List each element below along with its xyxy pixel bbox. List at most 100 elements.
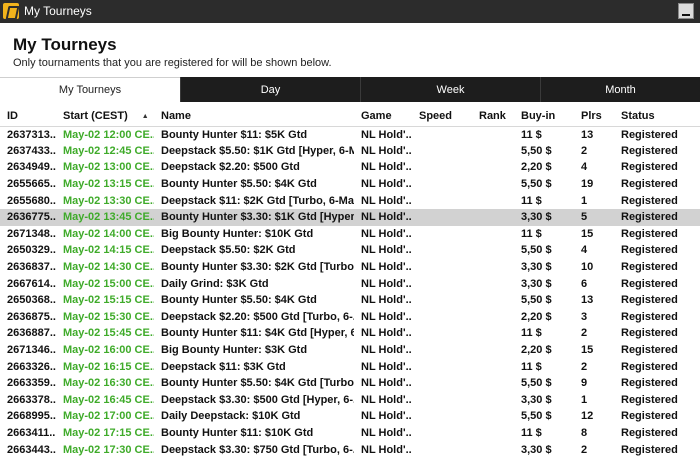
cell-rank <box>472 392 514 409</box>
tourneys-table-container: ID Start (CEST) ▲ Name Game Speed Rank Bu… <box>0 106 700 465</box>
cell-rank <box>472 425 514 442</box>
cell-plrs: 4 <box>581 161 588 174</box>
cell-game: NL Hold'... <box>361 244 412 257</box>
cell-game: NL Hold'... <box>361 128 412 141</box>
cell-plrs: 13 <box>581 294 594 307</box>
cell-plrs: 1 <box>581 393 588 406</box>
column-header-buyin[interactable]: Buy-in <box>514 106 574 127</box>
column-header-start[interactable]: Start (CEST) ▲ <box>56 106 154 127</box>
cell-game: NL Hold'... <box>354 208 412 226</box>
cell-id: 2663443.. <box>7 443 56 456</box>
cell-name: Big Bounty Hunter: $10K Gtd <box>161 227 314 240</box>
cell-game: NL Hold'... <box>361 144 412 157</box>
tab-week[interactable]: Week <box>360 77 540 102</box>
minimize-icon[interactable] <box>678 3 694 19</box>
table-row[interactable]: 2636775.. May-02 13:45 CE.. Bounty Hunter … <box>0 208 700 226</box>
cell-speed <box>412 275 472 292</box>
cell-rank <box>472 159 514 176</box>
table-row[interactable]: 2667614.. May-02 15:00 CE.. Daily Grind: $… <box>0 275 700 292</box>
cell-plrs: 19 <box>581 178 594 191</box>
cell-id: 2637433.. <box>7 144 56 157</box>
tab-month[interactable]: Month <box>540 77 700 102</box>
cell-status: Registered <box>621 410 678 423</box>
cell-id: 2663378.. <box>7 393 56 406</box>
table-row[interactable]: 2636875.. May-02 15:30 CE.. Deepstack $2.2… <box>0 309 700 326</box>
cell-speed <box>412 342 472 359</box>
table-row[interactable]: 2663443.. May-02 17:30 CE.. Deepstack $3.3… <box>0 441 700 458</box>
cell-game: NL Hold'... <box>361 178 412 191</box>
page-title: My Tourneys <box>13 35 117 54</box>
tab-day[interactable]: Day <box>180 77 360 102</box>
cell-game: NL Hold'... <box>361 443 412 456</box>
cell-status: Registered <box>621 443 678 456</box>
table-row[interactable]: 2655665.. May-02 13:15 CE.. Bounty Hunter … <box>0 176 700 193</box>
table-row[interactable]: 2634949.. May-02 13:00 CE.. Deepstack $2.2… <box>0 159 700 176</box>
table-row[interactable]: 2637433.. May-02 12:45 CE.. Deepstack $5.5… <box>0 143 700 160</box>
column-header-rank[interactable]: Rank <box>472 106 514 127</box>
cell-game: NL Hold'... <box>361 227 412 240</box>
cell-name: Deepstack $3.30: $750 Gtd [Turbo, 6-.. <box>161 443 354 456</box>
table-row[interactable]: 2650368.. May-02 15:15 CE.. Bounty Hunter … <box>0 292 700 309</box>
cell-start: May-02 14:00 CE.. <box>63 227 154 240</box>
cell-status: Registered <box>621 194 678 207</box>
cell-status: Registered <box>621 261 678 274</box>
cell-status: Registered <box>621 144 678 157</box>
table-row[interactable]: 2655680.. May-02 13:30 CE.. Deepstack $11:… <box>0 192 700 209</box>
cell-rank <box>472 208 514 226</box>
cell-speed <box>412 226 472 243</box>
cell-game: NL Hold'... <box>361 426 412 439</box>
column-header-name[interactable]: Name <box>154 106 354 127</box>
cell-name: Daily Grind: $3K Gtd <box>161 277 269 290</box>
cell-start: May-02 15:00 CE.. <box>63 277 154 290</box>
cell-id: 2663326.. <box>7 360 56 373</box>
cell-status: Registered <box>621 277 678 290</box>
column-header-plrs[interactable]: Plrs <box>574 106 614 127</box>
cell-rank <box>472 275 514 292</box>
cell-rank <box>472 441 514 458</box>
table-row[interactable]: 2650329.. May-02 14:15 CE.. Deepstack $5.5… <box>0 242 700 259</box>
cell-game: NL Hold'... <box>361 393 412 406</box>
table-row[interactable]: 2636837.. May-02 14:30 CE.. Bounty Hunter … <box>0 259 700 276</box>
cell-start: May-02 16:45 CE.. <box>63 393 154 406</box>
cell-speed <box>412 126 472 143</box>
cell-name: Deepstack $5.50: $1K Gtd [Hyper, 6-M.. <box>161 144 354 157</box>
column-header-id[interactable]: ID <box>0 106 56 127</box>
table-row[interactable]: 2671346.. May-02 16:00 CE.. Big Bounty Hun… <box>0 342 700 359</box>
cell-buyin: 5,50 $ <box>521 178 552 191</box>
cell-rank <box>472 242 514 259</box>
table-row[interactable]: 2663326.. May-02 16:15 CE.. Deepstack $11:… <box>0 358 700 375</box>
table-row[interactable]: 2663411.. May-02 17:15 CE.. Bounty Hunter … <box>0 425 700 442</box>
cell-rank <box>472 325 514 342</box>
cell-name: Deepstack $3.30: $500 Gtd [Hyper, 6-.. <box>161 393 354 406</box>
cell-plrs: 10 <box>581 261 594 274</box>
cell-buyin: 11 $ <box>521 128 542 141</box>
cell-id: 2636775.. <box>0 208 56 226</box>
cell-buyin: 5,50 $ <box>521 410 552 423</box>
cell-start: May-02 12:45 CE.. <box>63 144 154 157</box>
cell-start: May-02 13:00 CE.. <box>63 161 154 174</box>
cell-start: May-02 12:00 CE.. <box>63 128 154 141</box>
table-row[interactable]: 2671348.. May-02 14:00 CE.. Big Bounty Hun… <box>0 226 700 243</box>
cell-id: 2636837.. <box>7 261 56 274</box>
tab-my-tourneys[interactable]: My Tourneys <box>0 77 180 102</box>
cell-speed <box>412 441 472 458</box>
cell-status: Registered <box>621 178 678 191</box>
cell-id: 2667614.. <box>7 277 56 290</box>
cell-name: Bounty Hunter $11: $4K Gtd [Hyper, 6-.. <box>161 327 354 340</box>
cell-buyin: 3,30 $ <box>521 393 552 406</box>
cell-speed <box>412 325 472 342</box>
table-row[interactable]: 2637313.. May-02 12:00 CE.. Bounty Hunter … <box>0 126 700 143</box>
column-header-status[interactable]: Status <box>614 106 700 127</box>
cell-name: Deepstack $5.50: $2K Gtd <box>161 244 296 257</box>
tourneys-table: ID Start (CEST) ▲ Name Game Speed Rank Bu… <box>0 106 700 458</box>
cell-name: Daily Deepstack: $10K Gtd <box>161 410 301 423</box>
column-header-speed[interactable]: Speed <box>412 106 472 127</box>
cell-buyin: 3,30 $ <box>521 443 552 456</box>
table-row[interactable]: 2663378.. May-02 16:45 CE.. Deepstack $3.3… <box>0 392 700 409</box>
column-header-game[interactable]: Game <box>354 106 412 127</box>
cell-start: May-02 17:15 CE.. <box>63 426 154 439</box>
table-row[interactable]: 2636887.. May-02 15:45 CE.. Bounty Hunter … <box>0 325 700 342</box>
table-row[interactable]: 2668995.. May-02 17:00 CE.. Daily Deepstac… <box>0 408 700 425</box>
cell-id: 2663411.. <box>7 426 56 439</box>
table-row[interactable]: 2663359.. May-02 16:30 CE.. Bounty Hunter … <box>0 375 700 392</box>
